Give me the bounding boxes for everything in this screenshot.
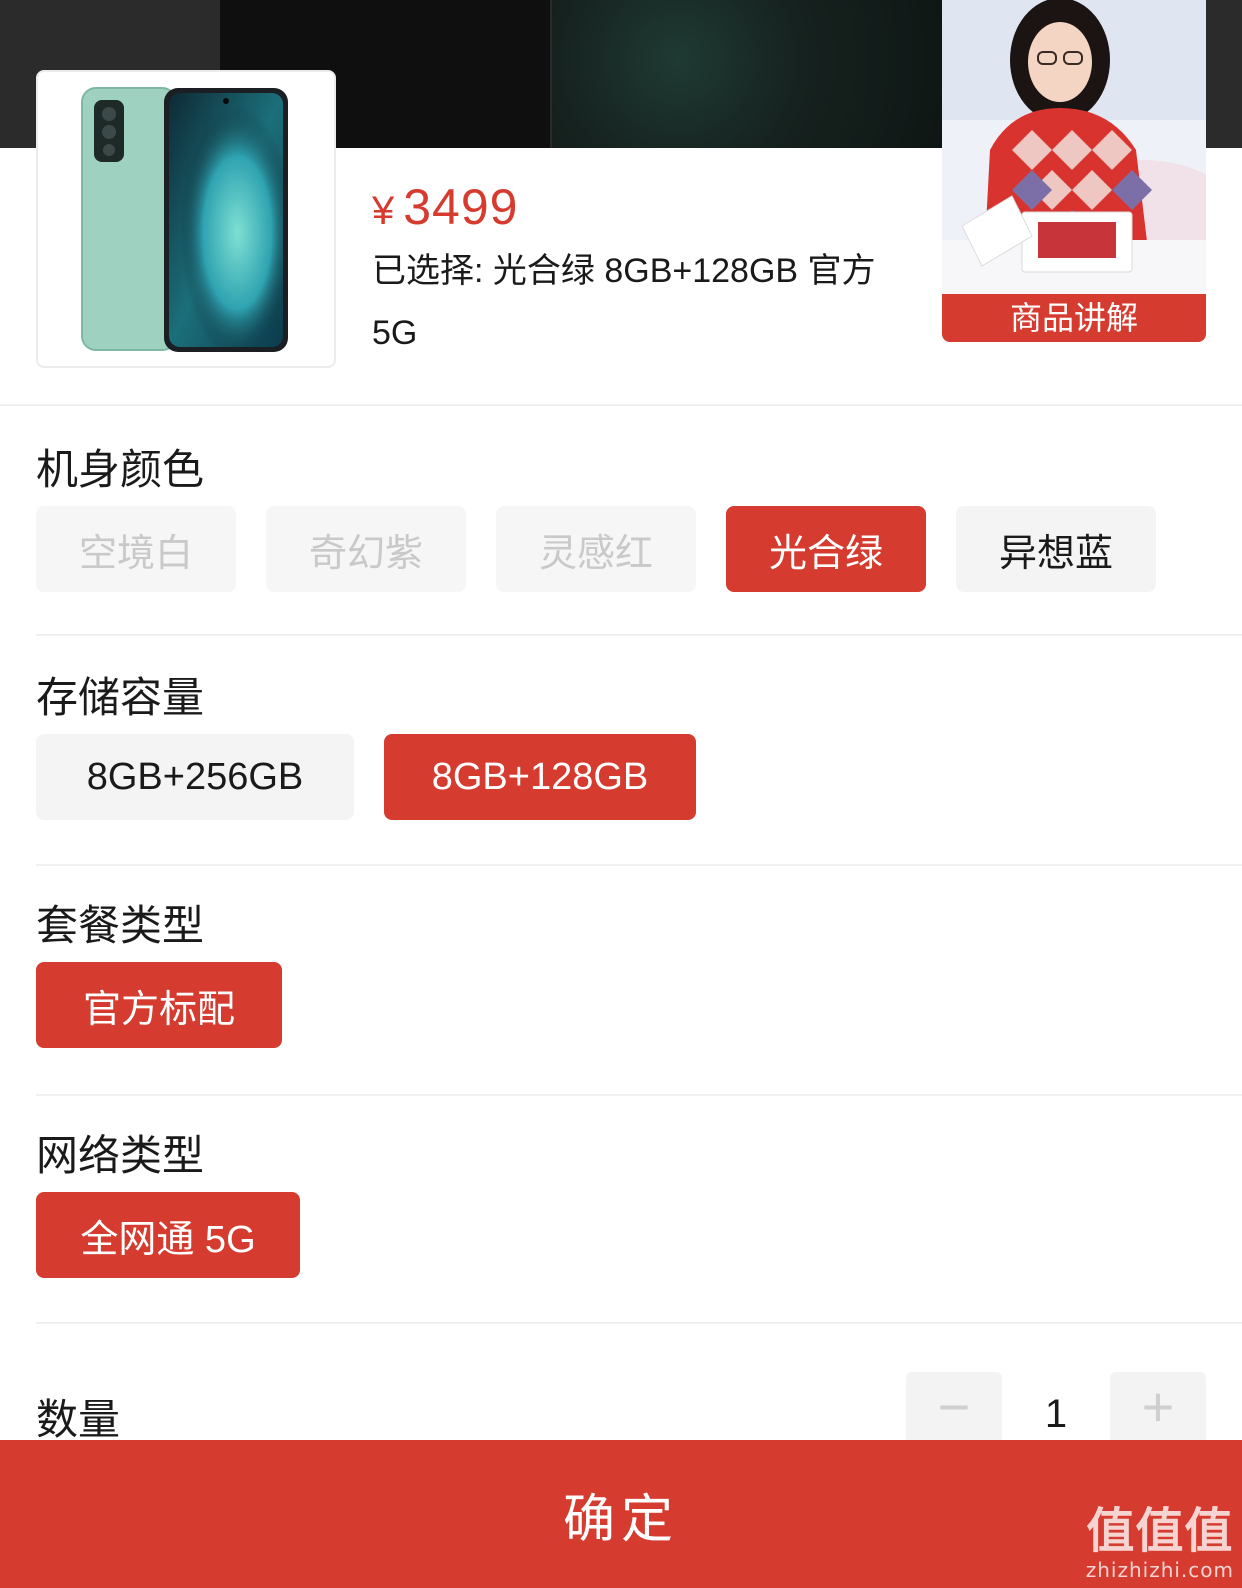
color-option-blue[interactable]: 异想蓝 xyxy=(956,506,1156,592)
color-option-purple: 奇幻紫 xyxy=(266,506,466,592)
network-option-5g[interactable]: 全网通 5G xyxy=(36,1192,300,1278)
section-title-package: 套餐类型 xyxy=(36,902,205,949)
selected-spec-line2: 5G xyxy=(372,314,418,352)
selected-spec-summary: 已选择: 光合绿 8GB+128GB 官方 5G xyxy=(372,240,942,364)
live-explainer-window[interactable]: 商品讲解 xyxy=(942,0,1206,342)
quantity-increase-button[interactable]: + xyxy=(1110,1372,1206,1440)
banner-leaf-image xyxy=(552,0,972,148)
product-price: ¥3499 xyxy=(372,178,518,236)
section-divider xyxy=(36,864,1242,866)
site-watermark: 值值值 zhizhizhi.com xyxy=(1086,1504,1234,1582)
header-divider xyxy=(0,404,1242,406)
phone-image xyxy=(81,87,288,352)
product-thumbnail xyxy=(36,70,336,368)
quantity-value: 1 xyxy=(1044,1392,1068,1436)
color-option-red: 灵感红 xyxy=(496,506,696,592)
plus-icon: + xyxy=(1141,1374,1175,1438)
color-option-green[interactable]: 光合绿 xyxy=(726,506,926,592)
storage-option-128[interactable]: 8GB+128GB xyxy=(384,734,696,820)
section-title-color: 机身颜色 xyxy=(36,446,205,493)
watermark-logo-text: 值值值 xyxy=(1086,1503,1234,1559)
package-option-standard[interactable]: 官方标配 xyxy=(36,962,282,1048)
watermark-url: zhizhizhi.com xyxy=(1085,1558,1234,1582)
presenter-video xyxy=(942,0,1206,300)
selected-spec-line1: 已选择: 光合绿 8GB+128GB 官方 xyxy=(372,252,876,290)
section-title-network: 网络类型 xyxy=(36,1132,205,1179)
confirm-label: 确定 xyxy=(562,1490,679,1549)
minus-icon: − xyxy=(937,1374,971,1438)
price-value: 3499 xyxy=(403,179,519,235)
confirm-button[interactable]: 确定 值值值 zhizhizhi.com xyxy=(0,1440,1242,1588)
section-divider xyxy=(36,1094,1242,1096)
section-divider xyxy=(36,1322,1242,1324)
storage-option-256[interactable]: 8GB+256GB xyxy=(36,734,354,820)
quantity-decrease-button[interactable]: − xyxy=(906,1372,1002,1440)
live-explainer-label: 商品讲解 xyxy=(942,294,1206,342)
color-option-white: 空境白 xyxy=(36,506,236,592)
section-divider xyxy=(36,634,1242,636)
section-title-storage: 存储容量 xyxy=(36,674,205,721)
section-title-quantity: 数量 xyxy=(36,1396,121,1443)
currency-symbol: ¥ xyxy=(372,189,396,233)
